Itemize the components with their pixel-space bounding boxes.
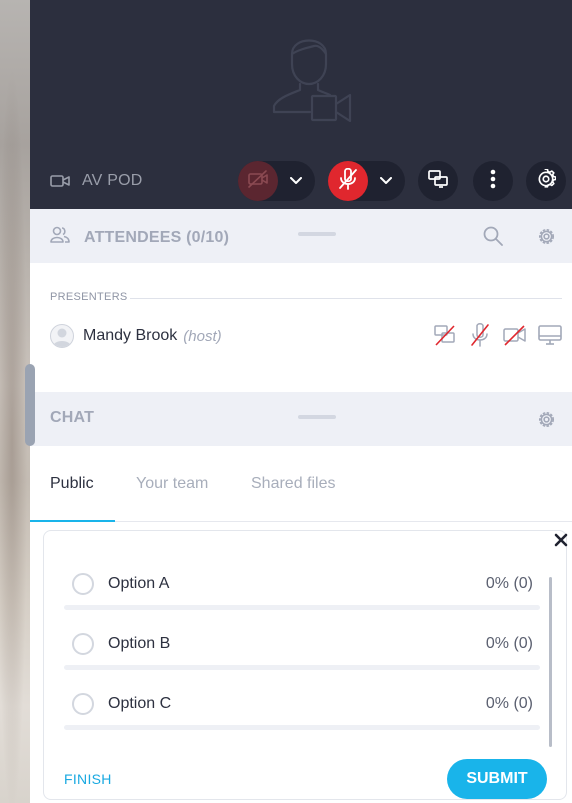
- screen-share-button[interactable]: [418, 161, 458, 201]
- people-icon: [50, 226, 70, 249]
- avatar: [50, 324, 74, 348]
- chat-tabs: Public Your team Shared files: [30, 446, 572, 522]
- video-off-icon[interactable]: [503, 322, 527, 348]
- mic-options-dropdown[interactable]: [368, 161, 404, 201]
- more-options-button[interactable]: [473, 161, 513, 201]
- video-camera-icon: [50, 173, 70, 189]
- poll-option-label: Option C: [108, 695, 172, 712]
- side-panel: AV POD ATTENDEES (0/10) PRESENTERS Mandy…: [30, 0, 572, 803]
- attendee-status-icons: [433, 322, 562, 348]
- mic-toggle-button[interactable]: [328, 161, 368, 201]
- poll-option[interactable]: Option B 0% (0): [64, 621, 540, 671]
- submit-button[interactable]: SUBMIT: [447, 759, 547, 799]
- mic-off-icon: [338, 167, 358, 195]
- divider: [130, 298, 562, 299]
- poll-option-result: 0% (0): [485, 575, 533, 592]
- av-pod-title: AV POD: [82, 172, 143, 189]
- gear-icon[interactable]: [533, 406, 559, 432]
- video-off-icon: [247, 169, 269, 193]
- mic-toggle-group: [328, 161, 405, 201]
- screen-share-off-icon[interactable]: [433, 322, 457, 348]
- camera-toggle-group: [238, 161, 315, 201]
- poll-scrollbar[interactable]: [549, 577, 552, 747]
- gear-icon[interactable]: [533, 223, 559, 249]
- attendees-count-label: ATTENDEES (0/10): [84, 228, 230, 246]
- av-pod-label: AV POD: [50, 172, 142, 190]
- av-pod: AV POD: [30, 0, 572, 209]
- user-with-camera-icon: [252, 24, 362, 126]
- camera-options-dropdown[interactable]: [278, 161, 314, 201]
- active-tab-indicator: [30, 520, 115, 522]
- close-icon[interactable]: [551, 530, 571, 550]
- attendee-row[interactable]: Mandy Brook (host): [50, 322, 562, 350]
- monitor-icon[interactable]: [538, 322, 562, 348]
- drag-grip[interactable]: [298, 232, 336, 236]
- poll-option-label: Option B: [108, 635, 171, 652]
- chat-header[interactable]: CHAT: [30, 392, 572, 446]
- poll-option[interactable]: Option C 0% (0): [64, 681, 540, 731]
- more-vertical-icon: [490, 169, 496, 194]
- tab-your-team[interactable]: Your team: [136, 475, 208, 493]
- chevron-down-icon: [290, 172, 302, 190]
- screen-share-icon: [428, 169, 448, 193]
- panel-resize-handle[interactable]: [25, 364, 35, 446]
- gear-icon: [536, 168, 557, 194]
- poll-result-bar: [64, 665, 540, 670]
- presenters-label: PRESENTERS: [50, 291, 128, 303]
- radio-button[interactable]: [72, 633, 94, 655]
- radio-button[interactable]: [72, 573, 94, 595]
- attendees-header[interactable]: ATTENDEES (0/10): [30, 209, 572, 263]
- poll-option[interactable]: Option A 0% (0): [64, 561, 540, 611]
- camera-toggle-button[interactable]: [238, 161, 278, 201]
- poll-result-bar: [64, 725, 540, 730]
- chevron-down-icon: [380, 172, 392, 190]
- av-settings-button[interactable]: [526, 161, 566, 201]
- poll-card: Option A 0% (0) Option B 0% (0) Option C…: [43, 530, 567, 800]
- search-icon[interactable]: [480, 223, 506, 249]
- tab-shared-files[interactable]: Shared files: [251, 475, 336, 493]
- drag-grip[interactable]: [298, 415, 336, 419]
- finish-button[interactable]: FINISH: [64, 771, 112, 787]
- attendee-name: Mandy Brook: [83, 327, 178, 344]
- poll-option-result: 0% (0): [485, 695, 533, 712]
- mic-off-icon[interactable]: [468, 322, 492, 348]
- poll-result-bar: [64, 605, 540, 610]
- chat-title: CHAT: [50, 409, 95, 426]
- poll-option-label: Option A: [108, 575, 170, 592]
- radio-button[interactable]: [72, 693, 94, 715]
- attendee-role: (host): [183, 327, 222, 345]
- poll-option-result: 0% (0): [485, 635, 533, 652]
- attendees-title: ATTENDEES (0/10): [50, 226, 229, 249]
- tab-public[interactable]: Public: [50, 475, 94, 493]
